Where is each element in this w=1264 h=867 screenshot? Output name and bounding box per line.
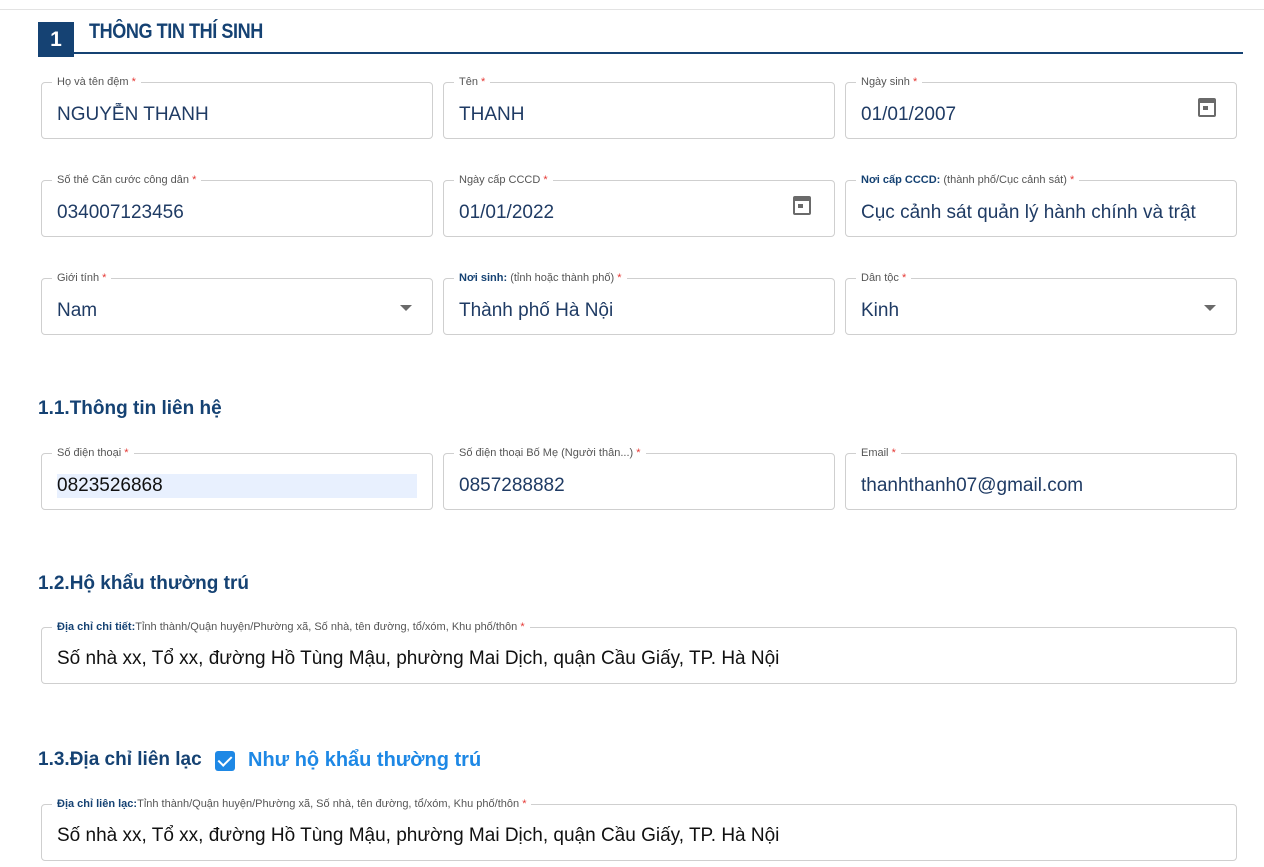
dan-toc-label: Dân tộc * [856,271,912,285]
noi-cap-value: Cục cảnh sát quản lý hành chính và trật [861,202,1196,223]
cccd-label: Số thẻ Căn cước công dân * [52,173,202,187]
mailing-heading: 1.3.Địa chỉ liên lạc [38,749,202,770]
top-divider [0,9,1264,10]
noi-sinh-label: Nơi sinh: (tỉnh hoặc thành phố) * [454,271,627,285]
ngay-sinh-field[interactable]: Ngày sinh * 01/01/2007 [845,75,1237,139]
noi-cap-label: Nơi cấp CCCD: (thành phố/Cục cảnh sát) * [856,173,1080,187]
mailing-address-value: Số nhà xx, Tổ xx, đường Hồ Tùng Mậu, phư… [57,825,780,846]
section-header: 1 THÔNG TIN THÍ SINH [38,13,1243,57]
ten-label: Tên * [454,75,491,89]
ten-field[interactable]: Tên * THANH [443,75,835,139]
noi-cap-field[interactable]: Nơi cấp CCCD: (thành phố/Cục cảnh sát) *… [845,173,1237,237]
household-address-value: Số nhà xx, Tổ xx, đường Hồ Tùng Mậu, phư… [57,648,780,669]
parent-phone-value: 0857288882 [459,475,565,496]
chevron-down-icon[interactable] [400,305,412,311]
email-label: Email * [856,446,901,460]
phone-label: Số điện thoại * [52,446,134,460]
household-address-field[interactable]: Địa chỉ chi tiết:Tỉnh thành/Quận huyện/P… [41,620,1237,684]
ngay-cap-value: 01/01/2022 [459,202,555,223]
mailing-address-field[interactable]: Địa chỉ liên lạc:Tỉnh thành/Quận huyện/P… [41,797,1237,861]
cccd-value: 034007123456 [57,202,184,223]
ngay-sinh-label: Ngày sinh * [856,75,923,89]
ho-dem-field[interactable]: Họ và tên đệm * NGUYỄN THANH [41,75,433,139]
ten-value: THANH [459,104,525,125]
calendar-icon[interactable] [793,196,811,215]
same-as-household-label[interactable]: Như hộ khẩu thường trú [248,749,481,772]
chevron-down-icon[interactable] [1204,305,1216,311]
email-value: thanhthanh07@gmail.com [861,475,1084,496]
section-underline [38,52,1243,54]
ngay-cap-label: Ngày cấp CCCD * [454,173,553,187]
gioi-tinh-label: Giới tính * [52,271,112,285]
noi-sinh-value: Thành phố Hà Nội [459,300,614,321]
household-heading: 1.2.Hộ khẩu thường trú [38,573,249,594]
phone-field[interactable]: Số điện thoại * 0823526868 [41,446,433,510]
dan-toc-select[interactable]: Dân tộc * Kinh [845,271,1237,335]
ho-dem-label: Họ và tên đệm * [52,75,141,89]
phone-value: 0823526868 [57,474,417,498]
dan-toc-value: Kinh [861,300,900,321]
section-title: THÔNG TIN THÍ SINH [89,20,263,43]
cccd-field[interactable]: Số thẻ Căn cước công dân * 034007123456 [41,173,433,237]
same-as-household-checkbox[interactable] [215,750,235,771]
calendar-icon[interactable] [1198,98,1216,117]
email-field[interactable]: Email * thanhthanh07@gmail.com [845,446,1237,510]
same-as-household-toggle[interactable]: Như hộ khẩu thường trú [215,749,481,772]
ho-dem-value: NGUYỄN THANH [57,104,209,125]
parent-phone-field[interactable]: Số điện thoại Bố Mẹ (Người thân...) * 08… [443,446,835,510]
mailing-address-label: Địa chỉ liên lạc:Tỉnh thành/Quận huyện/P… [52,797,532,811]
parent-phone-label: Số điện thoại Bố Mẹ (Người thân...) * [454,446,646,460]
gioi-tinh-select[interactable]: Giới tính * Nam [41,271,433,335]
ngay-cap-field[interactable]: Ngày cấp CCCD * 01/01/2022 [443,173,835,237]
household-address-label: Địa chỉ chi tiết:Tỉnh thành/Quận huyện/P… [52,620,530,634]
gioi-tinh-value: Nam [57,300,98,321]
ngay-sinh-value: 01/01/2007 [861,104,957,125]
contact-heading: 1.1.Thông tin liên hệ [38,398,222,419]
noi-sinh-field[interactable]: Nơi sinh: (tỉnh hoặc thành phố) * Thành … [443,271,835,335]
